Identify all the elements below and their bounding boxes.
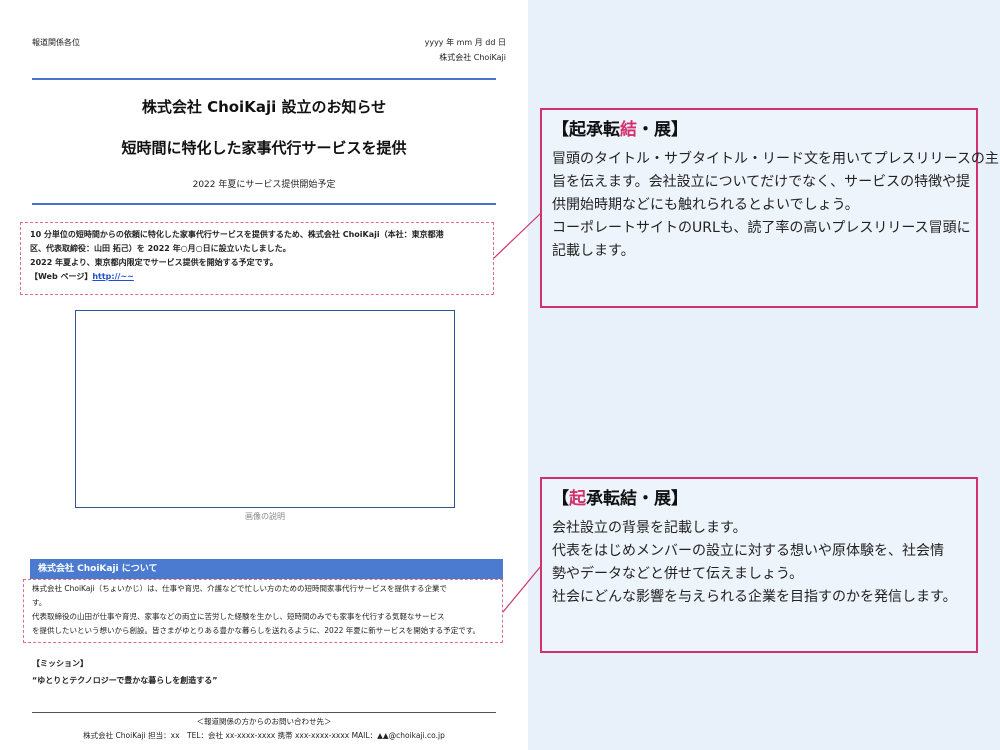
callout-title: 【起承転結・展】 xyxy=(552,487,966,511)
footer-heading: ＜報道関係の方からのお問い合わせ先＞ xyxy=(196,717,332,726)
callout-line: 記載します。 xyxy=(552,243,635,259)
company-name: 株式会社 ChoiKaji xyxy=(439,53,506,62)
callout-line: 供開始時期などにも触れられるとよいでしょう。 xyxy=(552,197,859,213)
document-date: yyyy 年 mm 月 dd 日 xyxy=(424,38,506,47)
callout-body: 冒頭のタイトル・サブタイトル・リード文を用いてプレスリリースの主 旨を伝えます。… xyxy=(552,148,999,263)
image-placeholder xyxy=(75,310,455,508)
callout-title-before: 【起承転 xyxy=(552,120,620,140)
image-caption: 画像の説明 xyxy=(245,512,285,521)
callout-line: 代表をはじめメンバーの設立に対する想いや原体験を、社会情 xyxy=(552,543,944,559)
callout-line: 社会にどんな影響を与えられる企業を目指すのかを発信します。 xyxy=(552,589,957,605)
lead-line: 2022 年夏より、東京都内限定でサービス提供を開始する予定です。 xyxy=(30,258,278,267)
callout-line: 勢やデータなどと併せて伝えましょう。 xyxy=(552,566,804,582)
lead-paragraph-box: 10 分単位の短時間からの依頼に特化した家事代行サービスを提供するため、株式会社… xyxy=(20,222,494,295)
callout-title-after: ・展】 xyxy=(637,120,688,140)
about-section-box: 株式会社 ChoiKaji（ちょいかじ）は、仕事や育児、介護などで忙しい方のため… xyxy=(23,579,503,643)
lead-line: 10 分単位の短時間からの依頼に特化した家事代行サービスを提供するため、株式会社… xyxy=(30,230,444,239)
footer-contact: 株式会社 ChoiKaji 担当：xx TEL：会社 xx-xxxx-xxxx … xyxy=(83,731,445,740)
mission-label: 【ミッション】 xyxy=(32,659,88,668)
recipient-label: 報道関係各位 xyxy=(32,38,80,47)
lead-line: 区、代表取締役：山田 拓己）を 2022 年○月○日に設立いたしました。 xyxy=(30,244,291,253)
web-page-link[interactable]: http://~~ xyxy=(92,272,134,281)
web-page-label: 【Web ページ】 xyxy=(30,272,93,281)
callout-line: 冒頭のタイトル・サブタイトル・リード文を用いてプレスリリースの主 xyxy=(552,151,999,167)
title-divider-bottom xyxy=(32,203,496,205)
mission-text: “ゆとりとテクノロジーで豊かな暮らしを創造する” xyxy=(32,676,218,685)
about-line: 株式会社 ChoiKaji（ちょいかじ）は、仕事や育児、介護などで忙しい方のため… xyxy=(32,584,447,593)
callout-line: 会社設立の背景を記載します。 xyxy=(552,520,747,536)
callout-title-before: 【 xyxy=(552,489,569,509)
footer-divider xyxy=(32,712,496,713)
callout-line: コーポレートサイトのURLも、読了率の高いプレスリリース冒頭に xyxy=(552,220,971,236)
about-line: 代表取締役の山田が仕事や育児、家事などの両立に苦労した経験を生かし、短時間のみで… xyxy=(32,612,445,621)
callout-title-after: 承転結・展】 xyxy=(586,489,688,509)
press-release-document: 報道関係各位 yyyy 年 mm 月 dd 日 株式会社 ChoiKaji 株式… xyxy=(0,0,528,750)
about-section-header: 株式会社 ChoiKaji について xyxy=(30,559,503,579)
about-line: を提供したいという想いから創設。皆さまがゆとりある豊かな暮らしを送れるように、2… xyxy=(32,626,480,635)
web-page-line: 【Web ページ】http://~~ xyxy=(30,270,485,284)
callout-title-highlight: 起 xyxy=(569,489,586,509)
callout-box-background: 【起承転結・展】 会社設立の背景を記載します。 代表をはじめメンバーの設立に対す… xyxy=(540,477,978,653)
document-tagline: 2022 年夏にサービス提供開始予定 xyxy=(192,180,336,190)
callout-line: 旨を伝えます。会社設立についてだけでなく、サービスの特徴や提 xyxy=(552,174,971,190)
callout-title-highlight: 結 xyxy=(620,120,637,140)
callout-box-lead: 【起承転結・展】 冒頭のタイトル・サブタイトル・リード文を用いてプレスリリースの… xyxy=(540,108,999,308)
document-subtitle: 短時間に特化した家事代行サービスを提供 xyxy=(121,139,407,157)
callout-title: 【起承転結・展】 xyxy=(552,118,966,142)
document-title: 株式会社 ChoiKaji 設立のお知らせ xyxy=(141,98,387,116)
about-line: す。 xyxy=(32,598,47,607)
title-divider-top xyxy=(32,78,496,80)
callout-body: 会社設立の背景を記載します。 代表をはじめメンバーの設立に対する想いや原体験を、… xyxy=(552,517,966,609)
